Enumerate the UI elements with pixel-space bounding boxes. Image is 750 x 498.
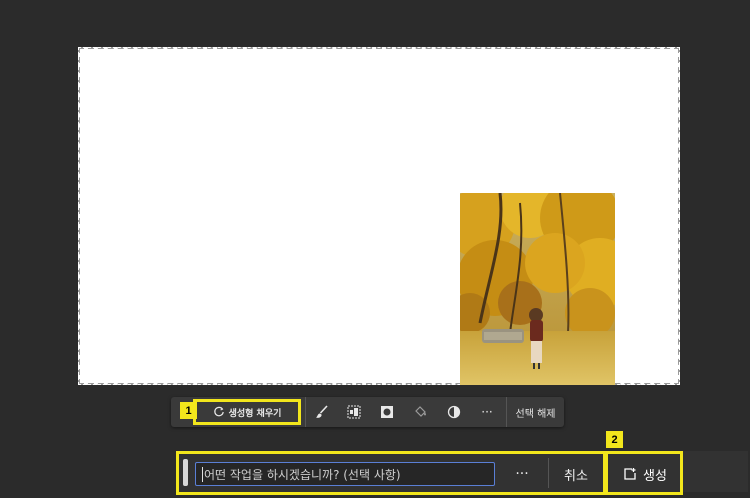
paint-bucket-icon (415, 406, 426, 417)
mask-icon (381, 406, 393, 418)
more-icon: ··· (515, 466, 529, 482)
text-caret (202, 466, 203, 482)
adjustment-layer-button[interactable] (441, 397, 467, 427)
generative-fill-label: 생성형 채우기 (228, 408, 282, 419)
deselect-button[interactable]: 선택 해제 (507, 397, 564, 427)
prompt-more-button[interactable]: ··· (505, 462, 539, 486)
select-subject-icon (347, 405, 361, 419)
callout-badge-2: 2 (606, 431, 623, 448)
create-mask-button[interactable] (374, 397, 400, 427)
drag-handle[interactable] (183, 459, 188, 486)
prompt-bar-divider (604, 458, 605, 488)
generate-button[interactable]: 생성 (614, 462, 676, 486)
generate-label: 생성 (643, 468, 667, 484)
generate-icon (624, 468, 636, 480)
autumn-photo-layer[interactable] (460, 193, 615, 385)
brush-icon (316, 405, 328, 418)
more-icon: ··· (481, 405, 493, 419)
cancel-button[interactable]: 취소 (556, 462, 596, 486)
deselect-label: 선택 해제 (515, 408, 556, 420)
prompt-bar-divider (548, 458, 549, 488)
contextual-task-bar: 생성형 채우기 ··· 선택 해제 (171, 397, 564, 427)
cancel-label: 취소 (564, 468, 588, 484)
taskbar-divider (305, 397, 306, 427)
transform-selection-button[interactable] (341, 397, 367, 427)
generative-fill-icon (213, 406, 224, 417)
prompt-input[interactable]: 어떤 작업을 하시겠습니까? (선택 사항) (195, 462, 495, 486)
brush-button[interactable] (309, 397, 335, 427)
fill-selection-button[interactable] (407, 397, 433, 427)
adjustment-icon (447, 405, 461, 419)
callout-badge-1: 1 (180, 402, 197, 419)
prompt-placeholder: 어떤 작업을 하시겠습니까? (선택 사항) (204, 467, 401, 482)
autumn-photo (460, 193, 615, 385)
generative-fill-button[interactable]: 생성형 채우기 (193, 397, 301, 427)
taskbar-more-button[interactable]: ··· (474, 397, 500, 427)
